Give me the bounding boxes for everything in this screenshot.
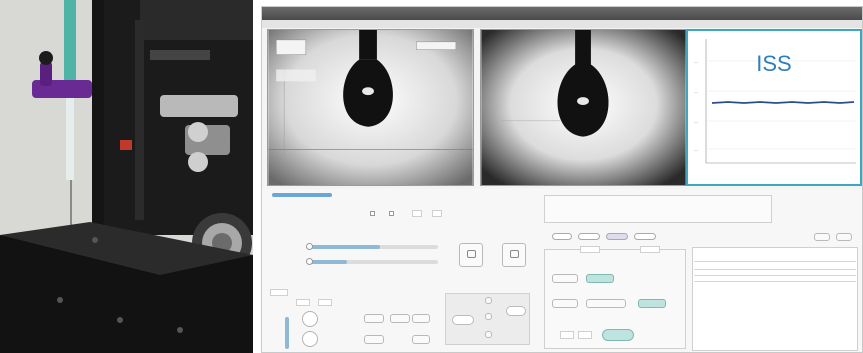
input-field-1[interactable] bbox=[560, 331, 574, 339]
surface-tension-graph[interactable]: — — — — ISS bbox=[686, 29, 862, 186]
camera-view-2[interactable] bbox=[480, 29, 687, 186]
dispense-field-2[interactable] bbox=[296, 299, 310, 306]
iss-label: ISS bbox=[756, 51, 792, 76]
instrument-photo-image bbox=[0, 0, 253, 353]
rotate-dial-1[interactable] bbox=[302, 311, 318, 327]
brightness-slider[interactable] bbox=[306, 243, 438, 250]
center-button[interactable] bbox=[485, 313, 492, 320]
tab-4[interactable] bbox=[634, 233, 656, 240]
method-select[interactable] bbox=[640, 246, 660, 253]
instrument-photo bbox=[0, 0, 253, 353]
progress-bar-fill bbox=[272, 193, 332, 197]
input-field-2[interactable] bbox=[578, 331, 592, 339]
menu-bar bbox=[262, 20, 862, 28]
option-checkbox-1[interactable] bbox=[370, 211, 375, 216]
settings-button-4[interactable] bbox=[586, 299, 626, 308]
dispense-field-3[interactable] bbox=[318, 299, 332, 306]
dispense-button-2[interactable] bbox=[390, 314, 410, 323]
brightness-slider-handle[interactable] bbox=[306, 243, 313, 250]
table-header-divider bbox=[694, 261, 856, 262]
settings-button-3[interactable] bbox=[552, 299, 578, 308]
settings-button-5[interactable] bbox=[638, 299, 666, 308]
pendant-drop-image-2 bbox=[481, 30, 686, 185]
start-measurement-button[interactable] bbox=[602, 329, 634, 341]
trend-line bbox=[711, 101, 855, 104]
toolbar-button-1[interactable] bbox=[814, 233, 830, 241]
dispense-button-5[interactable] bbox=[412, 335, 430, 344]
capture-button[interactable] bbox=[459, 243, 483, 267]
settings-button-2[interactable] bbox=[586, 274, 614, 283]
tab-3[interactable] bbox=[606, 233, 628, 240]
svg-text:—: — bbox=[694, 119, 698, 124]
up-arrow-button[interactable] bbox=[485, 297, 492, 304]
control-panel bbox=[262, 189, 862, 352]
pendant-drop-image-1 bbox=[268, 30, 473, 185]
option-field-1[interactable] bbox=[412, 210, 422, 217]
rotate-dial-2[interactable] bbox=[302, 331, 318, 347]
progress-bar bbox=[272, 193, 332, 197]
results-table bbox=[692, 247, 858, 351]
brightness-slider-fill bbox=[308, 245, 380, 249]
contrast-slider-handle[interactable] bbox=[306, 258, 313, 265]
window-titlebar bbox=[262, 7, 862, 20]
dispense-button-1[interactable] bbox=[364, 314, 384, 323]
dispense-field-1[interactable] bbox=[270, 289, 288, 296]
down-arrow-button[interactable] bbox=[485, 331, 492, 338]
camera-view-1[interactable] bbox=[267, 29, 474, 186]
dispense-button-4[interactable] bbox=[364, 335, 384, 344]
table-row bbox=[694, 269, 856, 270]
tab-2[interactable] bbox=[578, 233, 600, 240]
info-panel bbox=[544, 195, 772, 223]
settings-button-1[interactable] bbox=[552, 274, 578, 283]
svg-text:—: — bbox=[694, 147, 698, 152]
level-indicator bbox=[285, 317, 289, 349]
dispense-button-3[interactable] bbox=[412, 314, 430, 323]
tab-1[interactable] bbox=[552, 233, 572, 240]
left-arrow-button[interactable] bbox=[452, 315, 474, 325]
option-checkbox-2[interactable] bbox=[389, 211, 394, 216]
table-row bbox=[694, 275, 856, 276]
table-row bbox=[694, 281, 856, 282]
svg-text:—: — bbox=[694, 89, 698, 94]
camera-icon bbox=[467, 250, 476, 258]
option-field-2[interactable] bbox=[432, 210, 442, 217]
record-button[interactable] bbox=[502, 243, 526, 267]
mode-select[interactable] bbox=[580, 246, 600, 253]
video-icon bbox=[510, 250, 519, 258]
contrast-slider[interactable] bbox=[306, 258, 438, 265]
right-arrow-button[interactable] bbox=[506, 306, 526, 316]
contrast-slider-fill bbox=[308, 260, 347, 264]
software-window: — — — — ISS bbox=[261, 6, 863, 353]
toolbar-button-2[interactable] bbox=[836, 233, 852, 241]
